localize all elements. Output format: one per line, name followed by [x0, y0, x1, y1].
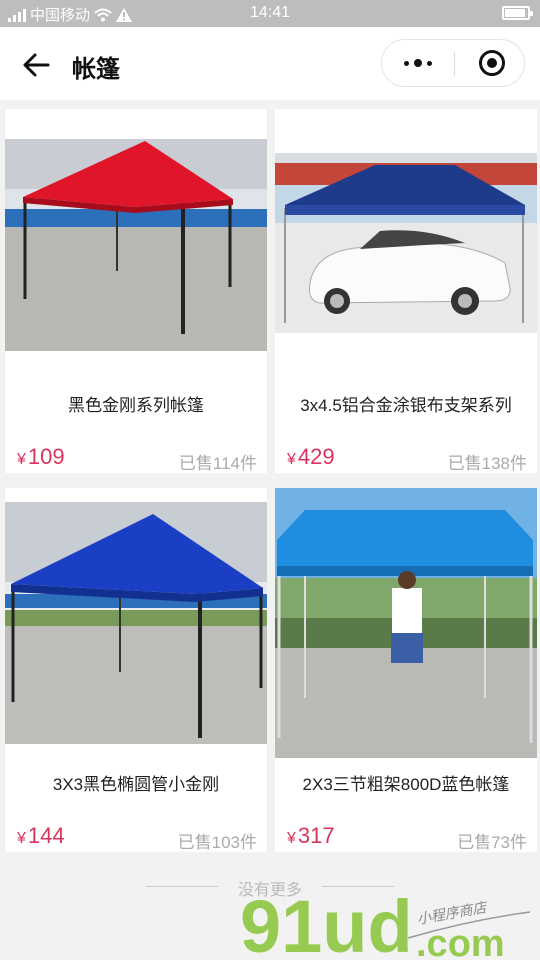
tent-canopy: [277, 510, 533, 566]
battery-icon: [502, 6, 533, 20]
product-title[interactable]: 2X3三节粗架800D蓝色帐篷: [275, 770, 537, 795]
sold-count: 已售138件: [447, 454, 527, 473]
product-title[interactable]: 3x4.5铝合金涂银布支架系列: [275, 391, 537, 416]
mini-program-capsule: [381, 39, 525, 87]
page-title: 帐篷: [72, 56, 120, 83]
sold-count: 已售114件: [178, 454, 257, 473]
product-price: ¥317: [287, 823, 335, 849]
clock: 14:41: [249, 4, 291, 21]
product-image-red-tent[interactable]: [5, 139, 267, 351]
sold-count: 已售103件: [177, 833, 257, 852]
status-bar: 中国移动 14:41: [0, 0, 540, 27]
currency-symbol: ¥: [287, 451, 296, 468]
product-price: ¥109: [17, 444, 65, 470]
product-card[interactable]: 2X3三节粗架800D蓝色帐篷 ¥317 已售73件: [275, 488, 537, 852]
product-card[interactable]: 3x4.5铝合金涂银布支架系列 ¥429 已售138件: [275, 109, 537, 473]
price-value: 144: [27, 823, 65, 848]
product-price: ¥144: [17, 823, 65, 849]
product-card[interactable]: 黑色金刚系列帐篷 ¥109 已售114件: [5, 109, 267, 473]
product-title[interactable]: 3X3黑色椭圆管小金刚: [5, 770, 267, 795]
currency-symbol: ¥: [287, 830, 296, 847]
nav-bar: 帐篷: [0, 27, 540, 100]
person-figure: [392, 588, 422, 633]
product-price: ¥429: [287, 444, 335, 470]
product-card[interactable]: 3X3黑色椭圆管小金刚 ¥144 已售103件: [5, 488, 267, 852]
price-value: 317: [297, 823, 335, 848]
product-image-sky-blue-tent[interactable]: [275, 488, 537, 758]
currency-symbol: ¥: [17, 451, 26, 468]
watermark-tld-text: .com: [416, 923, 505, 960]
sold-count: 已售73件: [457, 833, 527, 852]
product-image-navy-tent[interactable]: [275, 153, 537, 333]
close-target-icon[interactable]: [479, 50, 505, 76]
price-value: 429: [297, 444, 335, 469]
product-image-blue-tent[interactable]: [5, 502, 267, 744]
back-arrow-icon[interactable]: [20, 49, 52, 81]
price-value: 109: [27, 444, 65, 469]
site-watermark-logo: 91ud .com 小程序商店: [240, 885, 531, 960]
more-menu-icon[interactable]: [382, 40, 454, 86]
watermark-logo-text: 91ud: [240, 885, 413, 960]
currency-symbol: ¥: [17, 830, 26, 847]
capsule-divider: [454, 52, 455, 76]
product-title[interactable]: 黑色金刚系列帐篷: [5, 391, 267, 416]
